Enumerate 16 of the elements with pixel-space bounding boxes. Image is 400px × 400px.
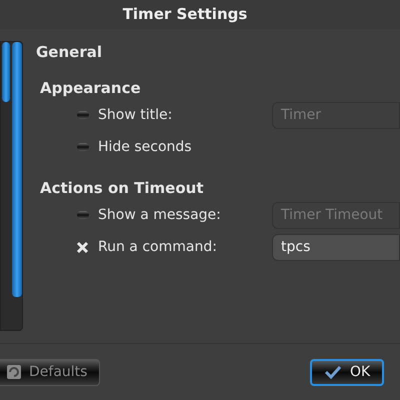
- checkbox[interactable]: [76, 208, 89, 222]
- ok-button[interactable]: OK: [310, 358, 384, 386]
- checkbox[interactable]: [76, 140, 89, 154]
- reset-icon: [7, 365, 21, 380]
- checkbox-label: Show title:: [98, 106, 174, 125]
- checkbox[interactable]: [76, 108, 89, 122]
- page-title: General: [36, 42, 103, 62]
- checkbox-label: Hide seconds: [98, 138, 193, 157]
- text-field[interactable]: tpcs: [272, 234, 400, 261]
- window-title: Timer Settings: [122, 4, 248, 26]
- section-title: Appearance: [40, 78, 142, 98]
- checkbox-label: Run a command:: [98, 238, 218, 257]
- section-title: Actions on Timeout: [40, 178, 204, 198]
- checkmark-icon: [324, 365, 342, 380]
- checkbox[interactable]: [76, 240, 89, 254]
- checkbox-label: Show a message:: [98, 206, 222, 225]
